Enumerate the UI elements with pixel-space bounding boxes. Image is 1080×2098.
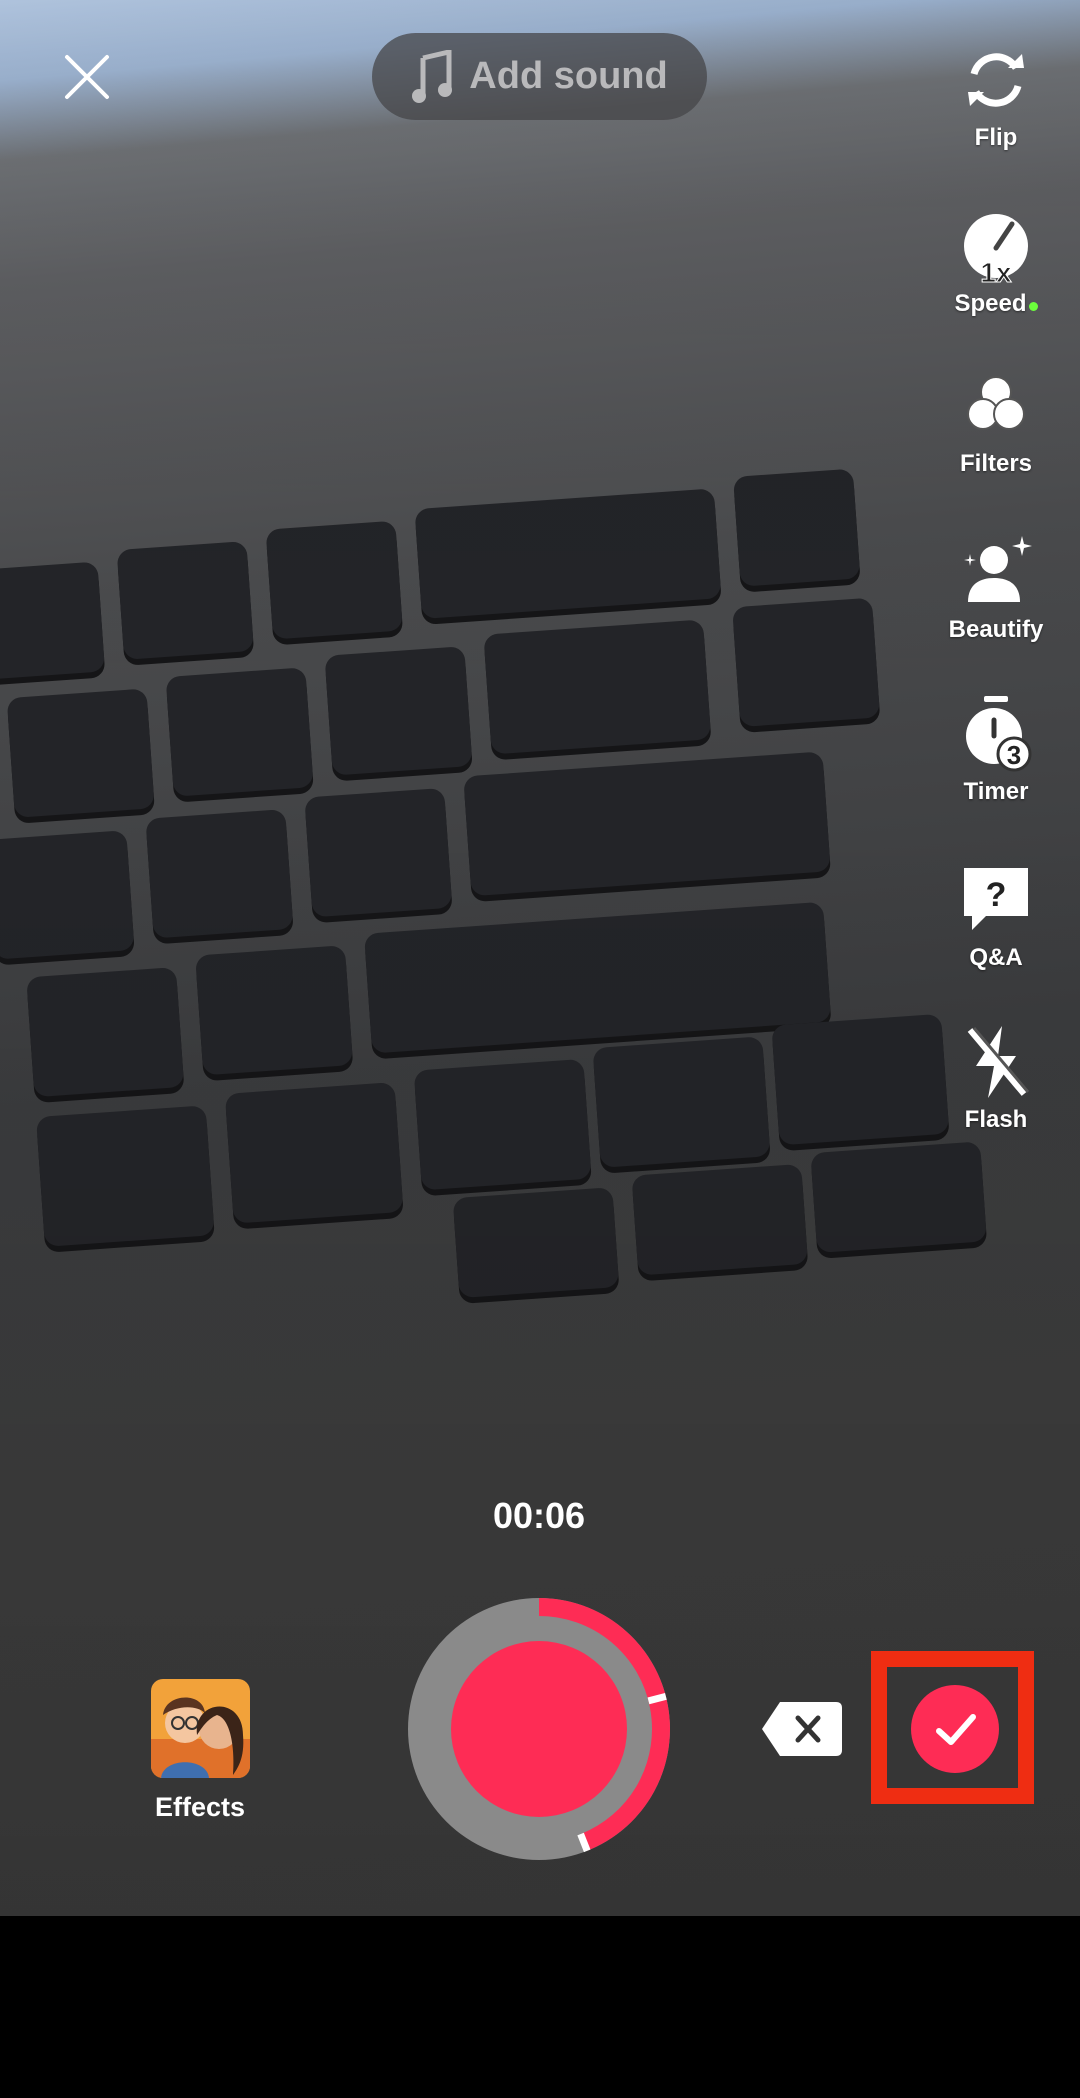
flip-label: Flip bbox=[974, 124, 1018, 151]
recording-elapsed-time: 00:06 bbox=[492, 1495, 586, 1536]
beautify-icon bbox=[964, 536, 1032, 602]
segment-mark bbox=[647, 1693, 667, 1705]
flip-camera-icon bbox=[968, 53, 1024, 107]
timer-label: Timer bbox=[963, 778, 1029, 805]
record-button[interactable] bbox=[405, 1595, 673, 1863]
qa-label: Q&A bbox=[969, 944, 1023, 971]
record-inner-circle bbox=[451, 1641, 627, 1817]
qa-icon: ? bbox=[964, 868, 1028, 930]
delete-segment-icon bbox=[762, 1702, 842, 1756]
confirm-button[interactable] bbox=[911, 1685, 999, 1773]
flash-button[interactable]: Flash bbox=[936, 1022, 1056, 1134]
speed-active-dot bbox=[1028, 302, 1038, 311]
speed-badge: 1x bbox=[980, 257, 1012, 286]
timer-badge: 3 bbox=[1007, 740, 1021, 770]
timer-icon: 3 bbox=[966, 696, 1032, 772]
add-sound-button[interactable]: Add sound bbox=[372, 33, 707, 120]
flash-label: Flash bbox=[964, 1106, 1028, 1133]
effects-thumbnail-icon bbox=[151, 1679, 250, 1778]
qa-badge: ? bbox=[986, 876, 1007, 914]
effects-button[interactable] bbox=[151, 1679, 250, 1778]
speed-label: Speed bbox=[936, 290, 1056, 318]
checkmark-icon bbox=[936, 1714, 976, 1745]
filters-button[interactable]: Filters bbox=[936, 366, 1056, 478]
flash-off-icon bbox=[967, 1026, 1030, 1098]
effects-label: Effects bbox=[154, 1792, 246, 1822]
close-icon[interactable] bbox=[62, 52, 112, 102]
qa-button[interactable]: ? Q&A bbox=[936, 860, 1056, 972]
beautify-button[interactable]: Beautify bbox=[936, 532, 1056, 644]
speed-button[interactable]: 1x Speed bbox=[936, 206, 1056, 318]
flip-button[interactable]: Flip bbox=[936, 40, 1056, 152]
speed-label-text: Speed bbox=[954, 290, 1027, 317]
filters-icon bbox=[967, 376, 1025, 430]
system-nav-bar bbox=[0, 1916, 1080, 2098]
speed-gauge-icon: 1x bbox=[964, 214, 1028, 286]
delete-segment-button[interactable] bbox=[760, 1700, 844, 1758]
add-sound-label: Add sound bbox=[469, 55, 668, 97]
beautify-label: Beautify bbox=[948, 616, 1044, 643]
filters-label: Filters bbox=[959, 450, 1033, 477]
timer-button[interactable]: 3 Timer bbox=[936, 694, 1056, 806]
music-note-icon bbox=[412, 49, 453, 103]
